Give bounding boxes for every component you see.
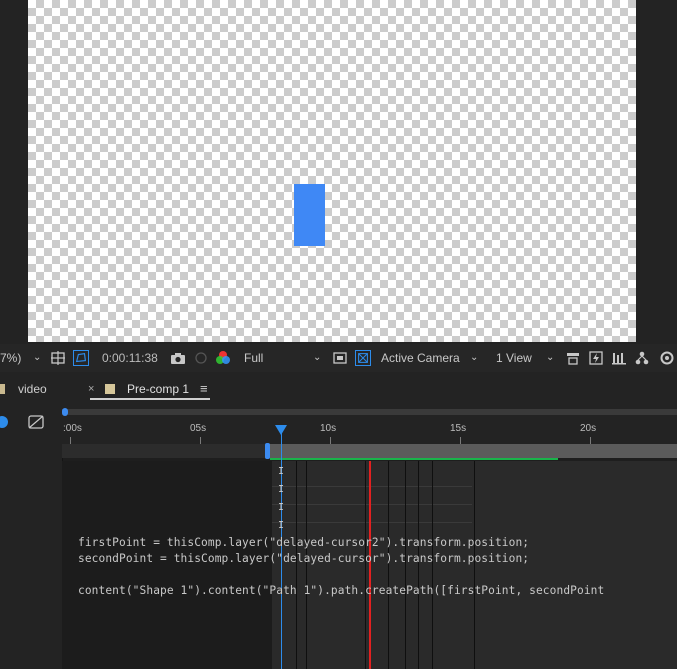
video-tab-color-swatch <box>0 384 5 394</box>
resolution-select[interactable]: Full <box>244 344 263 372</box>
graph-toggle-icon[interactable] <box>0 414 10 430</box>
ruler-tick <box>330 437 331 444</box>
work-area-bar[interactable] <box>266 444 677 458</box>
composition-viewer[interactable] <box>0 0 677 344</box>
frame-blending-icon[interactable] <box>27 414 45 430</box>
ruler-label-0: :00s <box>63 423 82 434</box>
transparency-grid-icon[interactable] <box>355 350 371 366</box>
camera-snapshot-icon[interactable] <box>170 350 186 366</box>
transparency-grid-canvas[interactable] <box>28 0 636 342</box>
magnification-value[interactable]: 7%) <box>0 344 21 372</box>
view-layout-dropdown-icon[interactable]: ⌄ <box>546 344 554 372</box>
comp-marker-line[interactable] <box>369 461 371 669</box>
precomp-color-swatch <box>105 384 115 394</box>
ruler-tick <box>460 437 461 444</box>
tab-pre-comp-1[interactable]: Pre-comp 1 <box>127 372 189 406</box>
expression-line-1[interactable]: firstPoint = thisComp.layer("delayed-cur… <box>78 536 529 549</box>
close-tab-icon[interactable]: × <box>88 372 94 406</box>
reset-exposure-icon[interactable] <box>659 350 675 366</box>
layer-row-divider <box>272 504 472 505</box>
fast-previews-icon[interactable] <box>588 350 604 366</box>
time-navigator-bar[interactable] <box>62 409 677 415</box>
ruler-tick <box>70 437 71 444</box>
flowchart-icon[interactable] <box>634 350 650 366</box>
layer-row-divider <box>272 522 472 523</box>
viewer-toolbar: 7%) ⌄ 0:00:11:38 Full ⌄ Active Camera ⌄ … <box>0 344 677 372</box>
keyframe-marker[interactable]: I <box>278 521 285 531</box>
cached-frames-indicator <box>270 458 558 460</box>
layer-in-point-line <box>296 461 297 669</box>
blue-rectangle-shape[interactable] <box>294 184 325 246</box>
timeline-toggle-icon[interactable] <box>611 350 627 366</box>
color-channels-icon[interactable] <box>215 350 231 366</box>
current-time-display[interactable]: 0:00:11:38 <box>102 344 158 372</box>
mask-visibility-icon[interactable] <box>73 350 89 366</box>
view-layout-select[interactable]: 1 View <box>496 344 532 372</box>
layer-row-divider <box>272 486 472 487</box>
keyframe-marker[interactable]: I <box>278 485 285 495</box>
pixel-aspect-icon[interactable] <box>565 350 581 366</box>
camera-select[interactable]: Active Camera <box>381 344 460 372</box>
active-tab-underline <box>90 398 210 400</box>
layer-in-point-line <box>405 461 406 669</box>
ruler-label-20: 20s <box>580 423 597 434</box>
ruler-label-15: 15s <box>450 423 467 434</box>
ruler-label-10: 10s <box>320 423 337 434</box>
layer-in-point-line <box>474 461 475 669</box>
time-navigator-start-handle[interactable] <box>62 408 68 416</box>
current-time-indicator-head[interactable] <box>275 425 287 435</box>
ruler-tick <box>200 437 201 444</box>
show-snapshot-icon[interactable] <box>193 350 209 366</box>
layer-in-point-line <box>432 461 433 669</box>
ruler-tick <box>590 437 591 444</box>
region-of-interest-icon[interactable] <box>332 350 348 366</box>
layer-in-point-line <box>306 461 307 669</box>
ruler-label-5: 05s <box>190 423 207 434</box>
tab-video[interactable]: video <box>18 372 47 406</box>
composition-tabs: video × Pre-comp 1 ≡ <box>0 372 677 406</box>
tab-menu-icon[interactable]: ≡ <box>200 372 208 406</box>
layer-in-point-line <box>418 461 419 669</box>
expression-line-2[interactable]: secondPoint = thisComp.layer("delayed-cu… <box>78 552 529 565</box>
resolution-dropdown-icon[interactable]: ⌄ <box>313 344 321 372</box>
keyframe-marker[interactable]: I <box>278 467 285 477</box>
layer-list-column[interactable] <box>0 406 63 669</box>
layer-in-point-line <box>388 461 389 669</box>
layer-in-point-line <box>365 461 366 669</box>
safe-areas-icon[interactable] <box>50 350 66 366</box>
magnification-dropdown-icon[interactable]: ⌄ <box>33 344 41 372</box>
camera-dropdown-icon[interactable]: ⌄ <box>470 344 478 372</box>
expression-line-4[interactable]: content("Shape 1").content("Path 1").pat… <box>78 584 604 597</box>
work-area-start-handle[interactable] <box>265 443 270 459</box>
keyframe-marker[interactable]: I <box>278 503 285 513</box>
